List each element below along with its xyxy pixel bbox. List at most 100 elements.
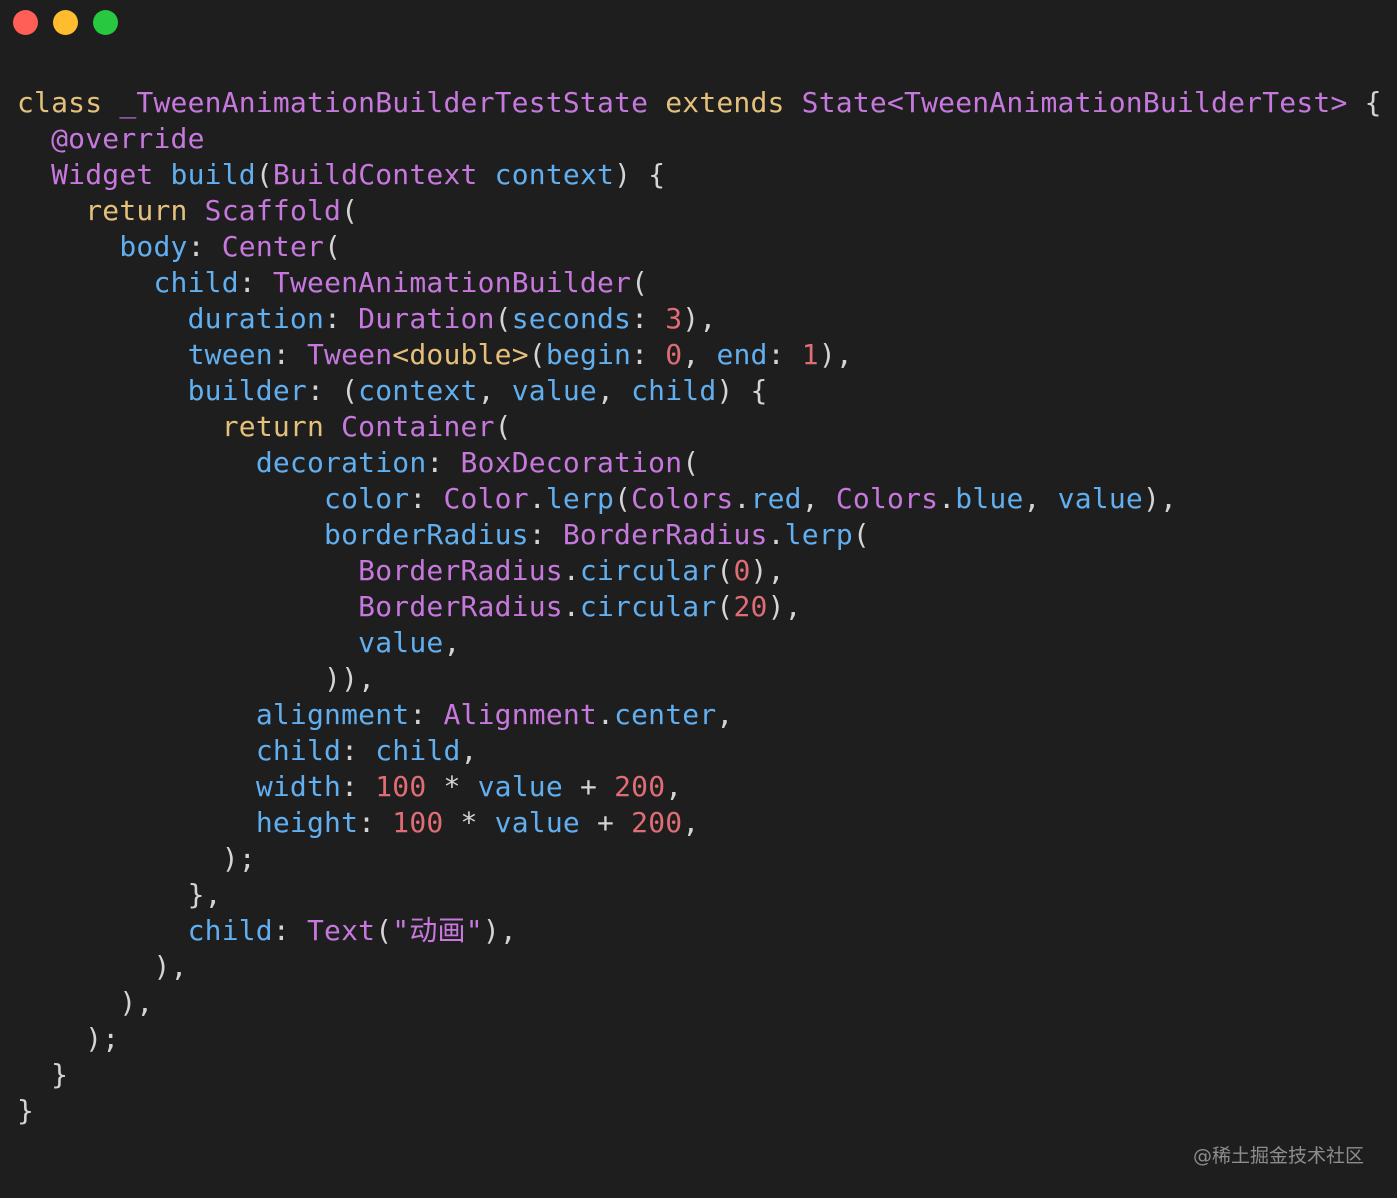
- code-token-type: _TweenAnimationBuilderTestState: [119, 86, 649, 119]
- code-token-property: context: [358, 374, 478, 407]
- code-line: class _TweenAnimationBuilderTestState ex…: [17, 85, 1382, 121]
- minimize-button[interactable]: [53, 10, 78, 35]
- code-token-punct: [17, 554, 358, 587]
- code-token-punct: [153, 158, 170, 191]
- code-token-type: Tween: [307, 338, 393, 371]
- code-token-type: Text: [307, 914, 376, 947]
- code-token-punct: [17, 410, 222, 443]
- code-token-type: BuildContext: [272, 158, 478, 191]
- maximize-button[interactable]: [93, 10, 118, 35]
- code-token-type: BoxDecoration: [460, 446, 683, 479]
- code-token-punct: (: [255, 158, 273, 191]
- code-line: Widget build(BuildContext context) {: [17, 157, 1382, 193]
- code-token-punct: (: [494, 302, 512, 335]
- code-token-punct: ,: [665, 770, 683, 803]
- code-token-punct: [17, 446, 256, 479]
- code-line: return Container(: [17, 409, 1382, 445]
- code-token-number: 100: [392, 806, 444, 839]
- code-token-property: seconds: [511, 302, 632, 335]
- code-token-punct: :: [631, 338, 666, 371]
- code-token-number: 0: [733, 554, 751, 587]
- code-token-punct: [478, 158, 495, 191]
- code-token-number: 3: [665, 302, 683, 335]
- code-token-property: value: [477, 770, 563, 803]
- code-token-punct: ,: [682, 338, 717, 371]
- code-token-property: child: [153, 266, 239, 299]
- code-line: );: [17, 841, 1382, 877]
- code-token-punct: +: [562, 770, 615, 803]
- code-token-type: State<TweenAnimationBuilderTest>: [801, 86, 1348, 119]
- code-token-punct: :: [341, 770, 376, 803]
- code-token-property: circular: [579, 554, 717, 587]
- code-token-property: value: [358, 626, 444, 659]
- code-token-punct: :: [187, 230, 222, 263]
- code-token-property: width: [255, 770, 342, 803]
- code-token-punct: [17, 230, 119, 263]
- code-token-punct: .: [562, 590, 580, 623]
- code-token-property: color: [324, 482, 410, 515]
- code-token-punct: (: [852, 518, 870, 551]
- code-token-punct: [17, 806, 256, 839]
- code-token-punct: [324, 410, 341, 443]
- window-controls: [13, 10, 118, 35]
- code-token-property: tween: [187, 338, 273, 371]
- code-token-number: 0: [665, 338, 683, 371]
- code-token-string: "动画": [392, 914, 483, 947]
- code-token-punct: },: [17, 878, 222, 911]
- code-line: child: Text("动画"),: [17, 913, 1382, 949]
- code-block: class _TweenAnimationBuilderTestState ex…: [17, 85, 1382, 1129]
- code-token-type: Container: [341, 410, 495, 443]
- code-line: tween: Tween<double>(begin: 0, end: 1),: [17, 337, 1382, 373]
- code-token-type: BorderRadius: [358, 590, 563, 623]
- code-token-punct: :: [272, 338, 307, 371]
- code-token-punct: [17, 194, 85, 227]
- code-token-punct: (: [324, 230, 342, 263]
- code-token-punct: :: [324, 302, 359, 335]
- code-token-punct: }: [17, 1094, 35, 1127]
- code-line: alignment: Alignment.center,: [17, 697, 1382, 733]
- code-token-punct: ),: [682, 302, 717, 335]
- code-token-punct: : (: [306, 374, 359, 407]
- code-token-punct: [17, 518, 324, 551]
- code-token-punct: (: [631, 266, 649, 299]
- code-token-punct: [17, 158, 51, 191]
- code-token-property: end: [716, 338, 768, 371]
- code-line: BorderRadius.circular(0),: [17, 553, 1382, 589]
- code-token-property: body: [119, 230, 188, 263]
- code-token-property: context: [494, 158, 615, 191]
- code-token-punct: :: [238, 266, 273, 299]
- code-token-type: Colors: [631, 482, 734, 515]
- code-line: body: Center(: [17, 229, 1382, 265]
- close-button[interactable]: [13, 10, 38, 35]
- code-token-punct: ) {: [614, 158, 666, 191]
- code-token-punct: ),: [482, 914, 517, 947]
- code-token-punct: [188, 194, 205, 227]
- code-token-punct: ),: [1142, 482, 1178, 515]
- code-token-punct: ,: [801, 482, 836, 515]
- code-line: @override: [17, 121, 1382, 157]
- code-line: child: TweenAnimationBuilder(: [17, 265, 1382, 301]
- code-token-punct: [17, 626, 358, 659]
- code-token-punct: {: [1347, 86, 1382, 119]
- code-token-punct: :: [341, 734, 376, 767]
- code-token-punct: ),: [17, 950, 188, 983]
- code-token-punct: ,: [682, 806, 700, 839]
- code-token-number: 200: [614, 770, 666, 803]
- code-token-punct: ,: [716, 698, 734, 731]
- code-token-punct: [17, 122, 51, 155]
- code-token-punct: :: [631, 302, 666, 335]
- code-token-punct: *: [443, 806, 495, 839]
- code-token-property: begin: [545, 338, 632, 371]
- code-token-type: BorderRadius: [562, 518, 768, 551]
- code-token-type: Scaffold: [204, 194, 342, 227]
- code-token-number: 100: [375, 770, 427, 803]
- code-line: )),: [17, 661, 1382, 697]
- code-line: color: Color.lerp(Colors.red, Colors.blu…: [17, 481, 1382, 517]
- code-token-property: center: [614, 698, 717, 731]
- code-line: value,: [17, 625, 1382, 661]
- code-line: borderRadius: BorderRadius.lerp(: [17, 517, 1382, 553]
- code-token-property: borderRadius: [324, 518, 529, 551]
- code-token-type: TweenAnimationBuilder: [272, 266, 632, 299]
- code-line: builder: (context, value, child) {: [17, 373, 1382, 409]
- code-token-type: Alignment: [443, 698, 597, 731]
